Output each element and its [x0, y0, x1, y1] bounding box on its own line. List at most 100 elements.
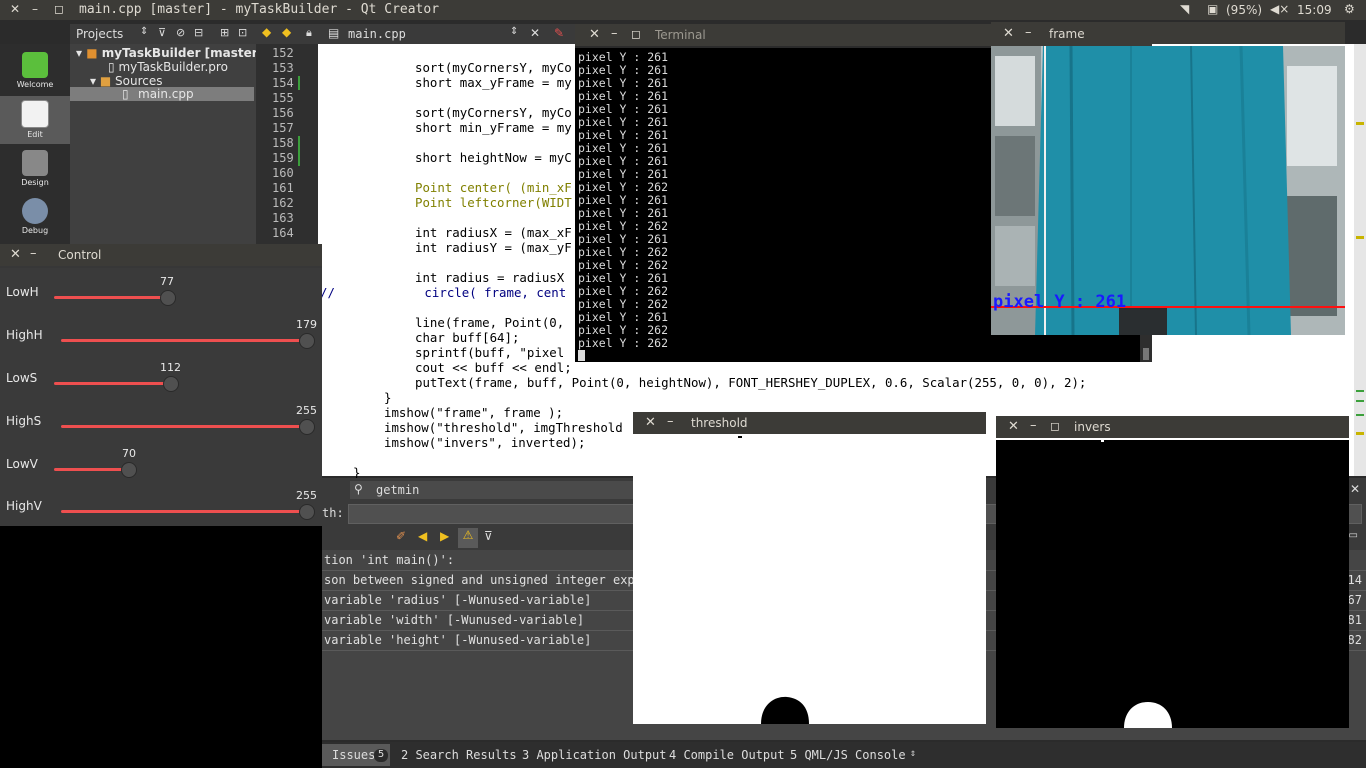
- slider-track[interactable]: [54, 468, 129, 471]
- frame-window: ✕ – frame pixel Y : 261: [991, 22, 1345, 335]
- edit-icon[interactable]: ✎: [554, 26, 564, 40]
- invers-window: ✕ – ◻ invers: [996, 416, 1349, 728]
- tab-search-results[interactable]: 2 Search Results: [401, 748, 517, 762]
- mode-selector: Welcome Edit Design Debug: [0, 44, 70, 244]
- tree-project-node[interactable]: ▾ ■ myTaskBuilder [master]: [76, 46, 263, 60]
- line-number: 161: [272, 181, 294, 195]
- combo-arrows-icon[interactable]: ⇕: [140, 26, 148, 37]
- slider-value: 112: [160, 361, 181, 374]
- maximize-icon[interactable]: ◻: [54, 2, 64, 16]
- link-icon[interactable]: ⊘: [176, 26, 185, 39]
- issue-line: 14: [1347, 573, 1362, 587]
- slider-thumb[interactable]: [121, 462, 137, 478]
- slider-thumb[interactable]: [299, 333, 315, 349]
- minimize-icon[interactable]: –: [667, 414, 674, 429]
- tab-qml-console[interactable]: 5 QML/JS Console: [790, 748, 906, 762]
- line-number: 155: [272, 91, 294, 105]
- expand-arrow-icon[interactable]: ▾: [90, 74, 96, 88]
- settings-icon[interactable]: ⚙: [1344, 2, 1355, 16]
- tab-application-output[interactable]: 3 Application Output: [522, 748, 667, 762]
- slider-track[interactable]: [61, 339, 307, 342]
- slider-thumb[interactable]: [299, 419, 315, 435]
- mode-welcome[interactable]: Welcome: [0, 48, 70, 96]
- mode-design[interactable]: Design: [0, 146, 70, 194]
- search-tab[interactable]: ⚲ getmin: [350, 481, 640, 499]
- filter-icon[interactable]: ⊽: [158, 26, 166, 39]
- slider-thumb[interactable]: [299, 504, 315, 520]
- wifi-icon[interactable]: ◥: [1180, 2, 1189, 16]
- mode-edit[interactable]: Edit: [0, 96, 70, 144]
- close-icon[interactable]: ✕: [589, 27, 600, 42]
- close-document-icon[interactable]: ✕: [530, 26, 540, 40]
- slider-thumb[interactable]: [163, 376, 179, 392]
- minimize-icon[interactable]: –: [32, 2, 38, 16]
- split-view-icon[interactable]: ⊞: [220, 26, 229, 39]
- slider-value: 70: [122, 447, 136, 460]
- window-titlebar[interactable]: ✕ – ◻ invers: [996, 416, 1349, 438]
- more-tabs-icon[interactable]: ⇕: [910, 748, 916, 759]
- folder-icon: ■: [99, 74, 112, 88]
- file-icon: ▯: [108, 60, 115, 74]
- window-titlebar[interactable]: ✕ – threshold: [633, 412, 986, 434]
- expand-arrow-icon[interactable]: ▾: [76, 46, 82, 60]
- tree-pro-file[interactable]: ▯ myTaskBuilder.pro: [108, 60, 228, 74]
- clock[interactable]: 15:09: [1297, 3, 1332, 17]
- navigator-combo[interactable]: Projects: [76, 27, 123, 41]
- slider-track[interactable]: [54, 296, 167, 299]
- minimize-icon[interactable]: –: [611, 26, 618, 41]
- forward-icon[interactable]: ◆: [282, 25, 291, 39]
- overlay-pixel-text: pixel Y : 261: [993, 292, 1127, 312]
- scrollbar-thumb[interactable]: [1143, 348, 1149, 360]
- dock-icon[interactable]: ▭: [1349, 530, 1358, 541]
- next-item-icon[interactable]: ▶: [440, 529, 449, 543]
- minimize-icon[interactable]: –: [30, 246, 37, 261]
- slider-thumb[interactable]: [160, 290, 176, 306]
- design-tools-icon: [22, 150, 48, 176]
- previous-item-icon[interactable]: ◀: [418, 529, 427, 543]
- tab-issues[interactable]: Issues 5: [322, 744, 390, 766]
- line-number: 156: [272, 106, 294, 120]
- filter-icon[interactable]: ⊽: [484, 529, 493, 543]
- close-icon[interactable]: ✕: [1008, 419, 1019, 434]
- slider-label: HighV: [6, 499, 42, 513]
- line-number: 152: [272, 46, 294, 60]
- tab-compile-output[interactable]: 4 Compile Output: [669, 748, 785, 762]
- minimize-icon[interactable]: –: [1025, 25, 1032, 40]
- close-icon[interactable]: ✕: [645, 415, 656, 430]
- warning-marker: [1356, 432, 1364, 435]
- code-comment-line: // circle( frame, cent: [320, 285, 567, 300]
- window-titlebar[interactable]: ✕ – Control: [0, 244, 322, 266]
- maximize-icon[interactable]: ◻: [1050, 419, 1060, 433]
- mode-debug[interactable]: Debug: [0, 194, 70, 242]
- change-marker: [298, 136, 300, 166]
- terminal-line: pixel Y : 261: [578, 63, 669, 77]
- slider-track[interactable]: [54, 382, 170, 385]
- close-icon[interactable]: ✕: [10, 2, 20, 16]
- close-icon[interactable]: ✕: [1003, 26, 1014, 41]
- split-icon[interactable]: ⊟: [194, 26, 203, 39]
- back-icon[interactable]: ◆: [262, 25, 271, 39]
- editor-file-combo[interactable]: main.cpp: [348, 27, 406, 41]
- line-number: 163: [272, 211, 294, 225]
- change-marker: [1356, 414, 1364, 416]
- slider-track[interactable]: [61, 425, 307, 428]
- clean-icon[interactable]: ✐: [396, 529, 406, 543]
- window-titlebar[interactable]: ✕ – frame: [991, 22, 1345, 44]
- warning-filter-icon[interactable]: ⚠: [458, 528, 478, 548]
- maximize-icon[interactable]: ◻: [631, 27, 641, 41]
- close-pane-icon[interactable]: ✕: [1350, 482, 1360, 496]
- terminal-cursor: [578, 350, 585, 361]
- volume-icon[interactable]: ◀×: [1270, 2, 1289, 16]
- minimize-icon[interactable]: –: [1030, 418, 1037, 433]
- tree-sources-folder[interactable]: ▾ ■ Sources: [90, 74, 163, 88]
- tree-main-cpp[interactable]: ▯ main.cpp: [70, 87, 254, 101]
- editor-scrollbar[interactable]: [1354, 44, 1366, 476]
- terminal-line: pixel Y : 261: [578, 102, 669, 116]
- window-icon[interactable]: ⊡: [238, 26, 247, 39]
- threshold-image: [633, 436, 986, 724]
- battery-icon[interactable]: ▣: [1207, 2, 1218, 16]
- slider-track[interactable]: [61, 510, 307, 513]
- terminal-line: pixel Y : 261: [578, 271, 669, 285]
- close-icon[interactable]: ✕: [10, 247, 21, 262]
- combo-arrows-icon[interactable]: ⇕: [510, 26, 518, 37]
